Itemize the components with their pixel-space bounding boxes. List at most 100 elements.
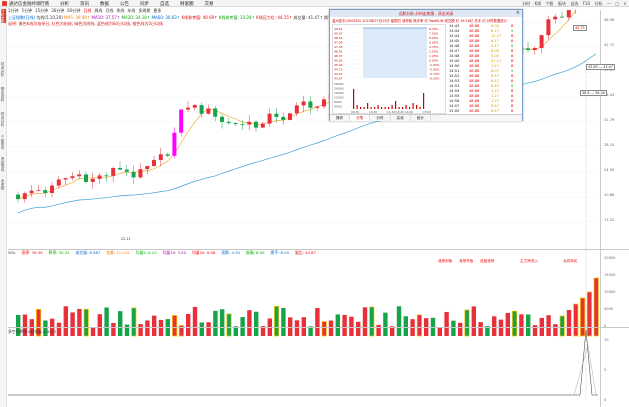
popup-intraday-chart[interactable]: 49.61 49.07 48.53 47.99 47.45 46.91 46.37 45.83… [332,24,446,114]
tick-price: 48.88 [469,104,480,108]
tool-analyze[interactable]: 分析 [594,1,602,7]
candle-body [118,167,122,170]
popup-intraday-svg: 49.6149.0748.5347.9947.4546.9146.3745.83… [334,27,440,114]
tick-time: 14:48 [449,54,460,58]
tick-price: 48.88 [469,54,480,58]
popup-close-icon[interactable]: × [516,10,520,17]
candle-body [84,174,88,182]
vol-header-item: 跌停: 30.32 [48,250,70,255]
popup-tick-table[interactable]: 14:43 48.88 6.00 B 14:44 48.88 8.17 S 14:44 48.88… [449,24,522,114]
candle-body [294,105,299,114]
volume-bar [464,309,470,337]
tick-price: 48.88 [469,69,480,73]
left-tab-0[interactable]: 分时走势 [1,9,6,24]
tick-volume: 6.07 [491,69,500,73]
indicator-line-2 [573,344,597,396]
popup-tab-3[interactable]: 买卖 [391,115,411,121]
vol-header-item: 涨跌: 4.30 [221,250,240,255]
vol-header-item: 均量5: 8.10 [135,250,157,255]
candle-body [111,167,116,176]
tick-price: 48.88 [469,99,480,103]
tick-volume: 1.27 [491,94,500,98]
vol-header-item: 均量10: 3.00 [162,250,186,255]
menu-item-data[interactable]: 数据 [100,1,109,7]
candle-body [566,10,571,18]
candle-body [179,109,184,133]
volume-bar [573,303,579,337]
menu-item-news[interactable]: 资讯 [80,1,89,7]
volume-bar [437,327,442,336]
indicator-header: 多空分界线 K线指标 2.0017 [8,329,57,334]
tick-flag: B [511,34,514,38]
tick-volume: 8.47 [491,79,500,83]
volume-bar [396,306,402,336]
tool-stock[interactable]: 个股 [546,1,554,7]
mini-vol-bar [367,103,369,109]
minimize-button[interactable]: — [607,1,611,6]
tick-price: 48.88 [469,59,480,63]
menu-item-notice[interactable]: 公告 [120,1,129,7]
tool-f10[interactable]: F10 [583,1,590,6]
mini-vol-label: 12000 [334,96,344,100]
candle-body [50,185,54,193]
vol-axis-label: 5000 [604,307,614,311]
tick-flag: S [511,84,514,88]
candle-body [267,113,272,124]
candle-body [70,176,75,179]
mini-right-label: 6.25% [429,36,439,40]
menu-item-watchlist[interactable]: 自选 [160,1,169,7]
candle-body [90,178,95,182]
left-tab-4[interactable]: 个股资讯 [1,135,6,149]
candle-body [526,48,530,51]
tick-price: 48.88 [469,84,480,88]
mini-vol-label: 20000 [334,87,344,91]
mini-vol-label: 4000 [334,105,342,109]
menu-item-community[interactable]: 财富圈 [180,1,194,7]
menu-item-trade[interactable]: 交易 [205,1,214,7]
volume-bar [335,314,340,336]
popup-tab-1[interactable]: 分笔 [350,115,371,121]
mini-vol-label: 16000 [334,91,344,95]
candle-body [97,175,102,179]
left-tab-2[interactable]: 基本资料 [1,87,6,101]
volume-bar [416,314,422,337]
mini-left-label: 46.37 [334,54,343,58]
tick-price: 48.88 [469,34,480,38]
tool-kline[interactable]: K线 [535,1,542,7]
volume-bar [478,322,483,336]
left-tab-3[interactable]: 财务分析 [1,112,6,126]
popup-title[interactable]: 远航分析-分时走势图 - 双击关闭 [330,10,522,17]
vol-name: VOL [8,250,16,255]
maximize-button[interactable]: □ [615,1,619,6]
left-tab-6[interactable]: 龙虎榜 [1,179,6,190]
menu-item-market[interactable]: 行情 [40,1,49,7]
volume-bar [254,311,259,336]
left-tab-1[interactable]: 技术分析 [1,62,6,76]
volume-bar [505,312,510,336]
tool-watch[interactable]: 自选 [570,1,578,7]
volume-event-label: 涨停封板 [438,259,453,263]
tick-flag: B [511,64,514,68]
tick-price: 48.88 [469,24,480,28]
candle-body [260,123,265,128]
candle-body [247,121,252,125]
indicator-line [8,329,598,396]
close-window-button[interactable]: × [623,1,626,6]
popup-tab-4[interactable]: 统计 [411,115,431,121]
price-axis-label: 20.86 [604,193,615,197]
menu-item-sync[interactable]: 同步 [140,1,149,7]
tool-intraday[interactable]: 分时 [522,1,530,7]
popup-tab-2[interactable]: 分时 [370,115,391,121]
mini-vol-bar [384,107,386,109]
menu-item-analysis[interactable]: 分析 [60,1,69,7]
mini-vol-bar [416,105,418,109]
intraday-popup[interactable]: 远航分析-分时走势图 - 双击关闭 × 温州宏丰(300283) 2025年07… [329,9,523,121]
candle-body [281,116,286,120]
candle-body [104,175,109,177]
tool-sector[interactable]: 板块 [558,1,566,7]
right-toolbar: 分时 K线 个股 板块 自选 F10 分析 — □ × [520,0,629,7]
mini-right-label: 3.75% [429,45,439,49]
tick-flag: B [511,94,514,98]
popup-tab-0[interactable]: 操作 [330,115,351,121]
left-tab-5[interactable]: 资金流向 [1,157,6,171]
